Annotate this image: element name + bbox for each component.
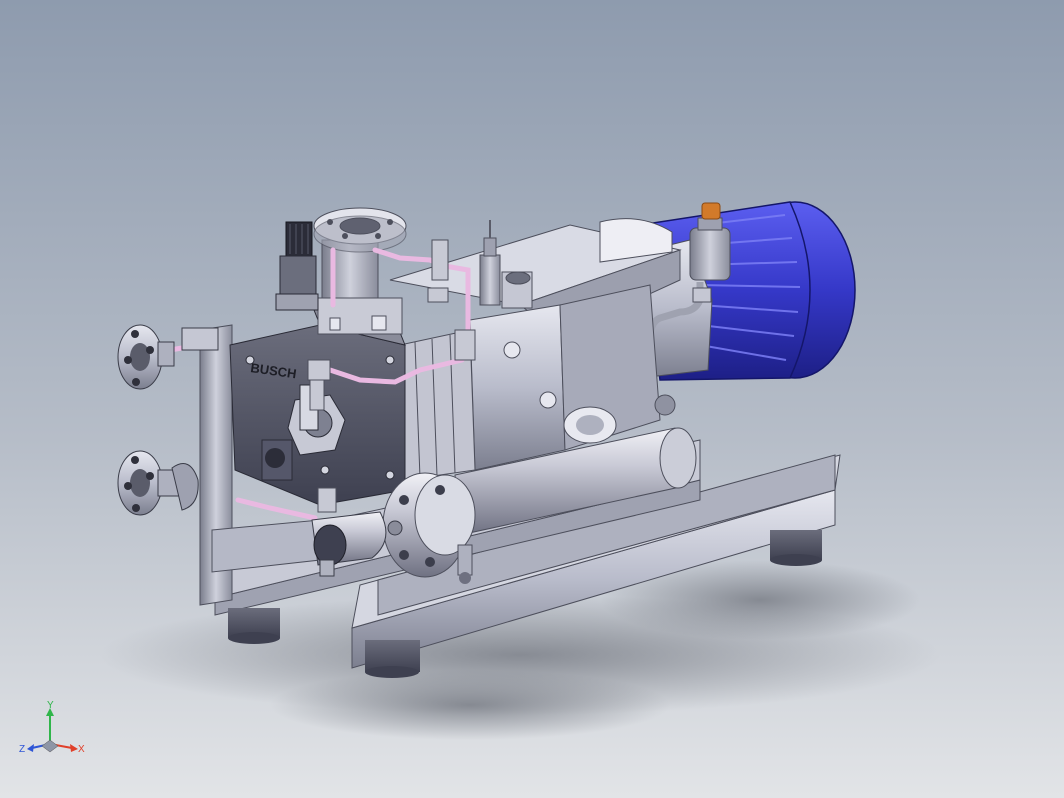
y-axis-arrow-icon bbox=[46, 708, 54, 744]
orange-cap-icon bbox=[701, 202, 721, 220]
triad-y-label: Y bbox=[47, 700, 54, 711]
triad-z-label: Z bbox=[19, 744, 25, 755]
triad-x-label: X bbox=[78, 744, 85, 755]
cad-viewport[interactable]: BUSCH Y X Z bbox=[0, 0, 1064, 798]
triad-origin-icon bbox=[41, 739, 59, 753]
foot-rear-right bbox=[770, 530, 822, 566]
foot-front-left bbox=[228, 608, 280, 644]
pump-assembly-3d-model[interactable]: BUSCH bbox=[0, 0, 1064, 798]
coordinate-triad[interactable]: Y X Z bbox=[18, 700, 88, 762]
foot-front-right bbox=[365, 640, 420, 678]
